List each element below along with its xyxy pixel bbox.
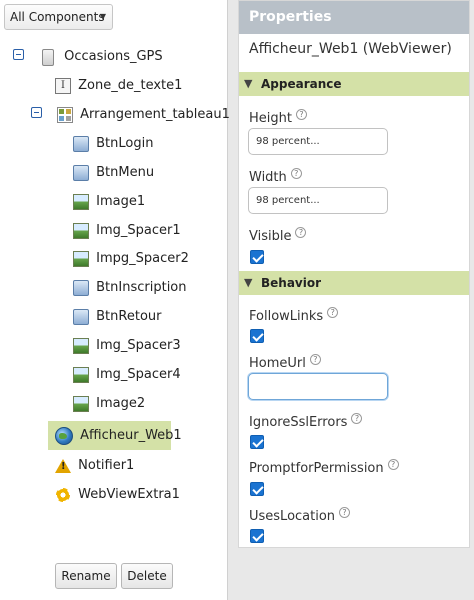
button-icon [73, 136, 89, 152]
tree-item-label: Img_Spacer1 [96, 223, 181, 238]
height-label: Height? [249, 109, 307, 126]
button-icon [73, 309, 89, 325]
promptforpermission-label: PromptforPermission? [249, 459, 399, 476]
dropdown-label: All Components [10, 10, 105, 24]
help-icon[interactable]: ? [309, 354, 321, 365]
webviewer-globe-icon [55, 427, 73, 445]
collapse-triangle-icon: ▼ [244, 276, 253, 289]
ignoresslerrors-label: IgnoreSslErrors? [249, 413, 363, 430]
tree-item[interactable]: I Zone_de_texte1 [55, 75, 182, 97]
tree-item[interactable]: BtnInscription [73, 277, 187, 299]
chevron-down-icon: ▼ [99, 12, 106, 21]
tree-item[interactable]: Img_Spacer1 [73, 220, 181, 242]
followlinks-label: FollowLinks? [249, 307, 339, 324]
tree-item-label: BtnLogin [96, 136, 154, 151]
delete-button[interactable]: Delete [121, 563, 173, 589]
image-icon [73, 223, 89, 239]
useslocation-label: UsesLocation? [249, 507, 351, 524]
tree-item[interactable]: Impg_Spacer2 [73, 248, 189, 270]
width-label: Width? [249, 168, 302, 185]
section-label: Appearance [261, 77, 342, 91]
section-label: Behavior [261, 276, 322, 290]
tree-item-label: Img_Spacer3 [96, 338, 181, 353]
tree-item[interactable]: Image2 [73, 393, 145, 415]
tree-item[interactable]: BtnLogin [73, 133, 153, 155]
button-icon [73, 280, 89, 296]
tree-item[interactable]: BtnMenu [73, 162, 154, 184]
tree-item-label: Image1 [96, 194, 146, 209]
promptforpermission-checkbox[interactable] [250, 482, 264, 496]
rename-button[interactable]: Rename [55, 563, 117, 589]
tree-item-label: Image2 [96, 396, 146, 411]
tree-item-label: Afficheur_Web1 [80, 428, 182, 443]
collapse-toggle-icon[interactable] [13, 49, 24, 60]
help-icon[interactable]: ? [295, 109, 307, 120]
properties-header: Properties [239, 1, 469, 34]
visible-label: Visible? [249, 227, 307, 244]
help-icon[interactable]: ? [327, 307, 339, 318]
image-icon [73, 251, 89, 267]
collapse-triangle-icon: ▼ [244, 77, 253, 90]
help-icon[interactable]: ? [295, 227, 307, 238]
image-icon [73, 338, 89, 354]
visible-checkbox[interactable] [250, 250, 264, 264]
homeurl-field[interactable] [248, 373, 388, 400]
tree-item-label: BtnRetour [96, 309, 162, 324]
tree-item-label: Arrangement_tableau1 [80, 107, 230, 122]
extension-gear-icon [55, 487, 71, 503]
tree-item-label: Img_Spacer4 [96, 367, 181, 382]
help-icon[interactable]: ? [339, 507, 351, 518]
image-icon [73, 396, 89, 412]
tree-item[interactable]: Img_Spacer4 [73, 364, 181, 386]
tree-item[interactable]: Arrangement_tableau1 [57, 104, 230, 126]
properties-panel: Properties Afficheur_Web1 (WebViewer) ▼ … [238, 0, 470, 548]
followlinks-checkbox[interactable] [250, 329, 264, 343]
section-behavior[interactable]: ▼ Behavior [239, 271, 469, 295]
tree-item-label: BtnMenu [96, 165, 155, 180]
useslocation-checkbox[interactable] [250, 529, 264, 543]
tree-item-selected[interactable]: Afficheur_Web1 [55, 425, 182, 447]
tree-item[interactable]: Notifier1 [55, 455, 134, 477]
height-field[interactable]: 98 percent... [248, 128, 388, 155]
component-title: Afficheur_Web1 (WebViewer) [249, 41, 452, 57]
tree-item[interactable]: WebViewExtra1 [55, 484, 180, 506]
tree-item[interactable]: Img_Spacer3 [73, 335, 181, 357]
components-filter-dropdown[interactable]: All Components ▼ [4, 4, 113, 30]
tree-item-label: Zone_de_texte1 [78, 78, 183, 93]
tree-item-label: WebViewExtra1 [78, 487, 180, 502]
width-field[interactable]: 98 percent... [248, 187, 388, 214]
image-icon [73, 194, 89, 210]
components-panel: All Components ▼ Occasions_GPS I Zone_de… [0, 0, 230, 600]
textbox-icon: I [55, 78, 71, 94]
tree-item[interactable]: BtnRetour [73, 306, 161, 328]
help-icon[interactable]: ? [351, 413, 363, 424]
tree-item-screen[interactable]: Occasions_GPS [42, 46, 163, 68]
section-appearance[interactable]: ▼ Appearance [239, 72, 469, 96]
warning-icon [55, 458, 71, 474]
table-arrangement-icon [57, 107, 73, 123]
tree-item-label: Impg_Spacer2 [96, 251, 189, 266]
button-icon [73, 165, 89, 181]
homeurl-label: HomeUrl? [249, 354, 321, 371]
tree-item-label: BtnInscription [96, 280, 187, 295]
screen-icon [42, 48, 54, 66]
tree-item[interactable]: Image1 [73, 191, 145, 213]
ignoresslerrors-checkbox[interactable] [250, 435, 264, 449]
tree-item-label: Notifier1 [78, 458, 135, 473]
help-icon[interactable]: ? [290, 168, 302, 179]
help-icon[interactable]: ? [387, 459, 399, 470]
collapse-toggle-icon[interactable] [31, 107, 42, 118]
tree-item-label: Occasions_GPS [64, 49, 163, 64]
image-icon [73, 367, 89, 383]
